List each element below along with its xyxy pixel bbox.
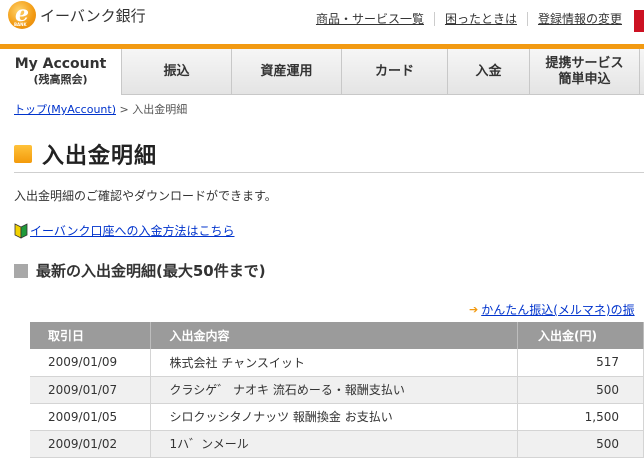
- table-row: 2009/01/07 クラシゲ゛ ナオキ 流石めーる・報酬支払い 500: [30, 376, 644, 404]
- help-link-top[interactable]: 困ったときは: [433, 12, 527, 26]
- cell-description: 株式会社 チャンスイット: [150, 349, 519, 377]
- section-title: 最新の入出金明細(最大50件まで): [14, 260, 266, 281]
- nav-deposit[interactable]: 入金: [448, 49, 530, 94]
- easy-transfer-link[interactable]: かんたん振込(メルマネ)の振: [481, 301, 634, 318]
- deposit-help: イーバンク口座への入金方法はこちら: [14, 222, 234, 239]
- nav-my-account[interactable]: My Account (残高照会): [0, 49, 122, 95]
- section-square-icon: [14, 263, 28, 278]
- nav-card[interactable]: カード: [342, 49, 448, 94]
- table-row: 2009/01/02 1ハ゛ンメール 500: [30, 430, 644, 458]
- table-header-row: 取引日 入出金内容 入出金(円): [30, 322, 644, 349]
- cell-amount: 1,500: [517, 403, 644, 431]
- nav-investment[interactable]: 資産運用: [232, 49, 342, 94]
- cell-description: シロクッシタノナッツ 報酬換金 お支払い: [150, 403, 519, 431]
- breadcrumb: トップ(MyAccount) > 入出金明細: [14, 101, 187, 117]
- table-row: 2009/01/05 シロクッシタノナッツ 報酬換金 お支払い 1,500: [30, 403, 644, 431]
- site-header: e BANK イーバンク銀行 商品・サービス一覧 困ったときは 登録情報の変更: [0, 0, 644, 44]
- breadcrumb-separator: >: [116, 103, 133, 116]
- logo-text: イーバンク銀行: [40, 6, 146, 25]
- cell-amount: 500: [517, 430, 644, 458]
- header-date: 取引日: [30, 322, 152, 349]
- table-row: 2009/01/09 株式会社 チャンスイット 517: [30, 349, 644, 377]
- nav-partner-label: 提携サービス: [545, 55, 624, 71]
- ebank-logo[interactable]: e BANK イーバンク銀行: [8, 0, 146, 30]
- main-nav: My Account (残高照会) 振込 資産運用 カード 入金 提携サービス …: [0, 49, 644, 95]
- beginner-mark-icon: [14, 222, 28, 239]
- section-title-text: 最新の入出金明細(最大50件まで): [36, 262, 266, 280]
- cell-amount: 517: [517, 349, 644, 377]
- logo-e-icon: e BANK: [8, 1, 36, 29]
- products-link[interactable]: 商品・サービス一覧: [306, 12, 434, 26]
- easy-transfer: ➔ かんたん振込(メルマネ)の振: [469, 301, 635, 318]
- nav-partner-sublabel: 簡単申込: [558, 71, 611, 87]
- account-settings-link[interactable]: 登録情報の変更: [526, 12, 632, 26]
- title-square-icon: [14, 145, 32, 163]
- nav-deposit-label: 入金: [475, 63, 502, 79]
- cell-date: 2009/01/07: [30, 376, 152, 404]
- red-corner-tab[interactable]: [634, 10, 644, 32]
- deposit-method-link[interactable]: イーバンク口座への入金方法はこちら: [30, 222, 234, 239]
- nav-my-account-label: My Account: [14, 56, 107, 72]
- cell-description: 1ハ゛ンメール: [150, 430, 519, 458]
- arrow-right-icon: ➔: [469, 303, 479, 316]
- breadcrumb-current: 入出金明細: [132, 103, 188, 116]
- nav-partner-services[interactable]: 提携サービス 簡単申込: [530, 49, 640, 94]
- logo-sub: BANK: [14, 22, 27, 27]
- top-links: 商品・サービス一覧 困ったときは 登録情報の変更: [306, 12, 632, 26]
- nav-my-account-sublabel: (残高照会): [33, 73, 88, 86]
- page-title: 入出金明細: [14, 138, 157, 170]
- cell-amount: 500: [517, 376, 644, 404]
- nav-transfer-label: 振込: [163, 63, 190, 79]
- page-title-text: 入出金明細: [42, 144, 158, 169]
- nav-transfer[interactable]: 振込: [122, 49, 232, 94]
- cell-description: クラシゲ゛ ナオキ 流石めーる・報酬支払い: [150, 376, 519, 404]
- cell-date: 2009/01/05: [30, 403, 152, 431]
- cell-date: 2009/01/02: [30, 430, 152, 458]
- cell-date: 2009/01/09: [30, 349, 152, 377]
- header-description: 入出金内容: [150, 322, 519, 349]
- transactions-table: 取引日 入出金内容 入出金(円) 2009/01/09 株式会社 チャンスイット…: [30, 322, 644, 458]
- breadcrumb-home[interactable]: トップ(MyAccount): [14, 103, 116, 116]
- title-divider: [14, 172, 644, 173]
- header-amount: 入出金(円): [517, 322, 644, 349]
- nav-investment-label: 資産運用: [260, 63, 313, 79]
- nav-card-label: カード: [374, 63, 414, 79]
- page-description: 入出金明細のご確認やダウンロードができます。: [14, 189, 277, 203]
